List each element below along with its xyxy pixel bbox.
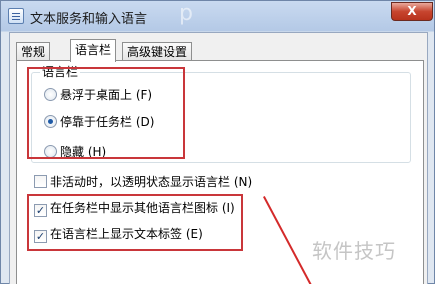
radio-docked-in-taskbar[interactable]: 停靠于任务栏 (D): [44, 115, 154, 129]
language-bar-group: 语言栏 悬浮于桌面上 (F) 停靠于任务栏 (D) 隐藏 (H): [31, 65, 411, 163]
checkbox[interactable]: ✓: [34, 230, 47, 243]
checkbox-label: 在任务栏中显示其他语言栏图标 (I): [50, 201, 235, 215]
checkbox-show-text-labels[interactable]: ✓ 在语言栏上显示文本标签 (E): [34, 227, 203, 243]
keyboard-icon: [8, 8, 24, 24]
checkbox-label: 非活动时，以透明状态显示语言栏 (N): [50, 175, 253, 189]
checkbox[interactable]: [34, 175, 47, 188]
group-legend: 语言栏: [40, 65, 81, 79]
radio-label: 停靠于任务栏 (D): [60, 115, 155, 129]
checkbox-show-extra-icons[interactable]: ✓ 在任务栏中显示其他语言栏图标 (I): [34, 201, 235, 217]
checkbox[interactable]: ✓: [34, 204, 47, 217]
tab-advanced-key-settings[interactable]: 高级键设置: [122, 42, 193, 61]
title-bar[interactable]: 文本服务和输入语言 X: [1, 1, 434, 31]
radio-hidden[interactable]: 隐藏 (H): [44, 145, 106, 159]
watermark-top: p: [179, 1, 193, 26]
checkbox-label: 在语言栏上显示文本标签 (E): [50, 227, 203, 241]
radio-button[interactable]: [44, 88, 57, 101]
close-button[interactable]: X: [391, 2, 433, 21]
window-title: 文本服务和输入语言: [30, 12, 148, 27]
watermark-text: 软件技巧: [312, 239, 396, 263]
checkbox-transparent-when-inactive[interactable]: 非活动时，以透明状态显示语言栏 (N): [34, 175, 252, 189]
tab-language-bar[interactable]: 语言栏: [70, 39, 117, 62]
radio-label: 悬浮于桌面上 (F): [60, 88, 153, 102]
radio-button[interactable]: [44, 115, 57, 128]
radio-button[interactable]: [44, 145, 57, 158]
radio-label: 隐藏 (H): [60, 145, 107, 159]
dialog-window: 文本服务和输入语言 X 常规 语言栏 高级键设置 语言栏 悬浮于桌面上 (F) …: [0, 0, 435, 284]
tab-general[interactable]: 常规: [16, 42, 51, 61]
radio-float-on-desktop[interactable]: 悬浮于桌面上 (F): [44, 88, 152, 102]
